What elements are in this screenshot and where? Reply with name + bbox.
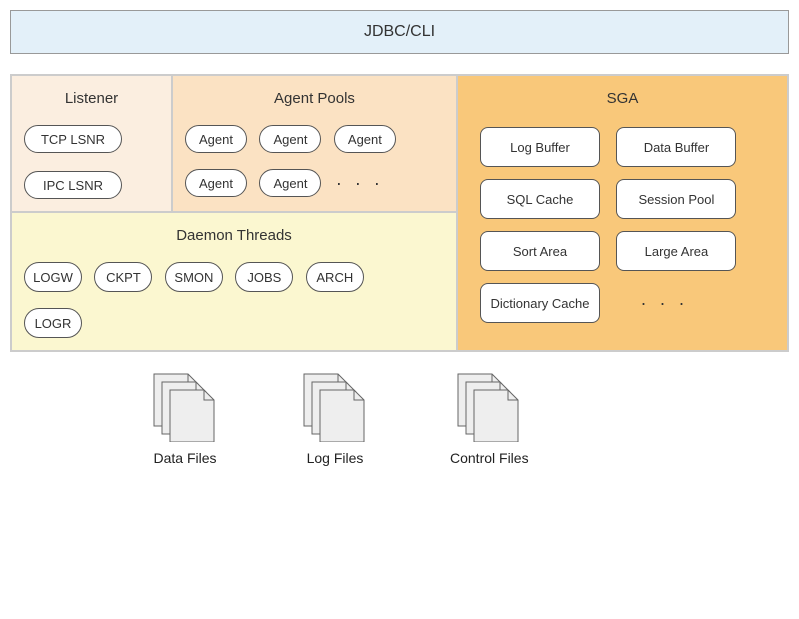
ipc-lsnr: IPC LSNR	[24, 171, 122, 199]
sga-sql-cache: SQL Cache	[480, 179, 600, 219]
sga-panel: SGA Log Buffer Data Buffer SQL Cache Ses…	[457, 75, 788, 351]
agent-node: Agent	[259, 125, 321, 153]
log-files-label: Log Files	[300, 450, 370, 466]
document-stack-icon	[300, 372, 370, 442]
log-files-stack: Log Files	[300, 372, 370, 466]
daemon-logw: LOGW	[24, 262, 82, 292]
sga-title: SGA	[466, 84, 779, 121]
control-files-stack: Control Files	[450, 372, 529, 466]
daemon-logr: LOGR	[24, 308, 82, 338]
jdbc-cli-banner: JDBC/CLI	[10, 10, 789, 54]
data-files-label: Data Files	[150, 450, 220, 466]
banner-title: JDBC/CLI	[364, 23, 435, 40]
sga-large-area: Large Area	[616, 231, 736, 271]
agent-node: Agent	[259, 169, 321, 197]
agents-ellipsis: · · ·	[330, 173, 384, 194]
daemon-arch: ARCH	[306, 262, 364, 292]
data-files-stack: Data Files	[150, 372, 220, 466]
sga-ellipsis: · · ·	[610, 293, 688, 314]
document-stack-icon	[454, 372, 524, 442]
agent-pools-panel: Agent Pools Agent Agent Agent Agent Agen…	[172, 75, 457, 212]
sga-dict-cache: Dictionary Cache	[480, 283, 600, 323]
daemon-threads-panel: Daemon Threads LOGW CKPT SMON JOBS ARCH …	[11, 212, 457, 351]
sga-data-buffer: Data Buffer	[616, 127, 736, 167]
tcp-lsnr: TCP LSNR	[24, 125, 122, 153]
files-row: Data Files Log Files Con	[10, 352, 789, 466]
sga-sort-area: Sort Area	[480, 231, 600, 271]
daemon-ckpt: CKPT	[94, 262, 152, 292]
sga-log-buffer: Log Buffer	[480, 127, 600, 167]
sga-session-pool: Session Pool	[616, 179, 736, 219]
architecture-grid: Listener TCP LSNR IPC LSNR Agent Pools A…	[10, 74, 789, 352]
listener-title: Listener	[20, 84, 163, 121]
document-stack-icon	[150, 372, 220, 442]
daemon-jobs: JOBS	[235, 262, 293, 292]
agent-node: Agent	[185, 169, 247, 197]
listener-panel: Listener TCP LSNR IPC LSNR	[11, 75, 172, 212]
daemon-smon: SMON	[165, 262, 223, 292]
agent-node: Agent	[185, 125, 247, 153]
control-files-label: Control Files	[450, 450, 529, 466]
daemon-threads-title: Daemon Threads	[20, 221, 448, 258]
agent-node: Agent	[334, 125, 396, 153]
agent-pools-title: Agent Pools	[181, 84, 448, 121]
